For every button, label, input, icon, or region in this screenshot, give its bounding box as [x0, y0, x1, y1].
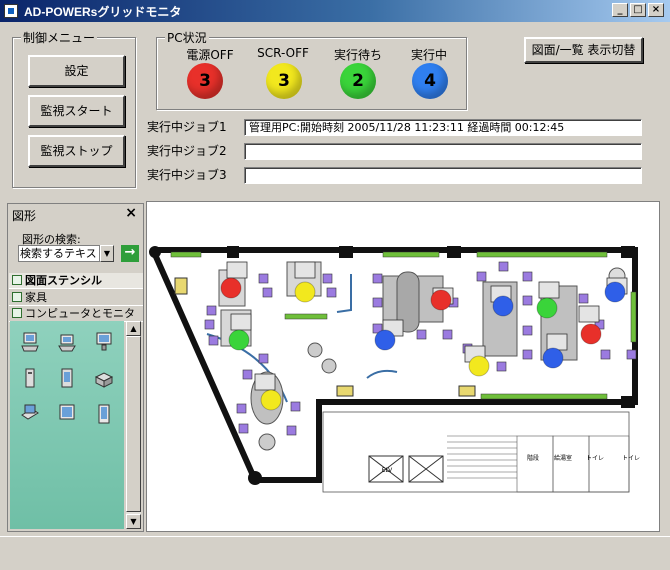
server-shape-icon[interactable]: [57, 367, 77, 389]
room-label-elv: ELV: [382, 467, 393, 474]
running-count-icon: 4: [412, 63, 448, 99]
stop-monitor-button[interactable]: 監視ストップ: [28, 135, 125, 167]
pc-status-marker[interactable]: [430, 289, 452, 311]
stencil-shape-area: [10, 321, 124, 529]
status-bar: [0, 536, 670, 570]
printer-icon: [458, 385, 476, 397]
partition: [336, 274, 352, 313]
stencil-drawing[interactable]: 図面ステンシル: [9, 273, 143, 289]
scroll-up-icon[interactable]: ▲: [126, 321, 141, 336]
scroll-down-icon[interactable]: ▼: [126, 514, 141, 529]
stencil-icon: [12, 275, 22, 285]
room-label-toilet2: トイレ: [622, 455, 640, 462]
scr-off-count-icon: 3: [266, 63, 302, 99]
job2-label: 実行中ジョブ2: [147, 144, 227, 158]
view-toggle-button[interactable]: 図面/一覧 表示切替: [524, 37, 643, 63]
job1-label: 実行中ジョブ1: [147, 120, 227, 134]
pc-status-marker[interactable]: [260, 389, 282, 411]
window-sill: [476, 251, 608, 258]
pc-status-marker[interactable]: [294, 281, 316, 303]
pc-status-marker[interactable]: [604, 281, 626, 303]
pc-status-marker[interactable]: [468, 355, 490, 377]
stencil-furniture[interactable]: 家具: [9, 290, 143, 306]
window-sill: [170, 251, 202, 258]
maximize-button[interactable]: □: [630, 3, 646, 17]
pc-status-marker[interactable]: [220, 277, 242, 299]
floor-column: [339, 246, 353, 258]
waiting-label: 実行待ち: [333, 48, 382, 62]
control-menu-label: 制御メニュー: [21, 29, 98, 46]
printer-shape-icon[interactable]: [94, 367, 114, 389]
printer-icon: [174, 277, 188, 295]
floor-column: [227, 246, 239, 258]
waiting-count-icon: 2: [340, 63, 376, 99]
pc-shape-icon[interactable]: [20, 331, 40, 353]
app-icon: [4, 4, 18, 18]
room-label-stairs: 階段: [527, 454, 539, 462]
shape-search-go-icon[interactable]: →: [121, 245, 139, 262]
floor-column: [149, 246, 161, 258]
power-off-count-icon: 3: [187, 63, 223, 99]
pc-status-marker[interactable]: [228, 329, 250, 351]
partition: [366, 369, 398, 379]
floor-column: [621, 246, 635, 258]
floor-column: [621, 396, 635, 408]
scroll-thumb[interactable]: [126, 336, 141, 512]
floor-column: [248, 471, 262, 485]
display-shape-icon[interactable]: [57, 403, 77, 425]
shape-search-dropdown-icon[interactable]: ▼: [100, 245, 114, 262]
floor-column: [447, 246, 461, 258]
settings-button[interactable]: 設定: [28, 55, 125, 87]
minimize-button[interactable]: _: [612, 3, 628, 17]
pc-status-label: PC状況: [165, 29, 209, 46]
job2-field: [244, 143, 642, 160]
job1-field: 管理用PC:開始時刻 2005/11/28 11:23:11 経過時間 00:1…: [244, 119, 642, 136]
title-bar: AD-POWERsグリッドモニタ _ □ ×: [0, 0, 670, 22]
job3-field: [244, 167, 642, 184]
stencil-furniture-label: 家具: [25, 291, 47, 304]
laptop-shape-icon[interactable]: [57, 333, 77, 355]
notebook-shape-icon[interactable]: [20, 403, 40, 425]
close-button[interactable]: ×: [648, 3, 664, 17]
pc-status-marker[interactable]: [492, 295, 514, 317]
floor-plan-view[interactable]: ELV 階段 給湯室 トイレ トイレ: [146, 201, 660, 532]
window-sill: [284, 313, 328, 320]
pc-status-marker[interactable]: [580, 323, 602, 345]
floor-plan-drawing: ELV 階段 給湯室 トイレ トイレ: [149, 246, 640, 493]
start-monitor-button[interactable]: 監視スタート: [28, 95, 125, 127]
running-label: 実行中: [410, 48, 447, 62]
room-label-toilet1: トイレ: [586, 455, 604, 462]
stencil-computers-label: コンピュータとモニタ: [25, 307, 135, 320]
scr-off-label: SCR-OFF: [257, 46, 309, 60]
window-sill: [630, 291, 637, 343]
shapes-panel: 図形 × 図形の検索: 検索するテキス ▼ → 図面ステンシル 家具 コンピュー…: [7, 203, 144, 532]
printer-icon: [336, 385, 354, 397]
stencil-icon: [12, 308, 22, 318]
job3-label: 実行中ジョブ3: [147, 168, 227, 182]
shapes-panel-title: 図形: [12, 209, 37, 223]
pc-status-marker[interactable]: [542, 347, 564, 369]
stencil-computers[interactable]: コンピュータとモニタ: [9, 306, 143, 322]
tower-shape-icon[interactable]: [20, 367, 40, 389]
stool: [307, 342, 323, 358]
stencil-icon: [12, 292, 22, 302]
stool: [321, 358, 337, 374]
window-sill: [480, 393, 608, 400]
stencil-scrollbar[interactable]: ▲ ▼: [126, 321, 141, 529]
stairs: [447, 435, 517, 479]
window-title: AD-POWERsグリッドモニタ: [24, 5, 182, 19]
pc-status-marker[interactable]: [536, 297, 558, 319]
stencil-drawing-label: 図面ステンシル: [25, 274, 102, 287]
power-off-label: 電源OFF: [186, 48, 234, 62]
monitor-shape-icon[interactable]: [94, 331, 114, 353]
shape-search-input[interactable]: 検索するテキス: [18, 245, 100, 262]
shapes-panel-close-icon[interactable]: ×: [125, 205, 137, 221]
window-sill: [382, 251, 440, 258]
round-table: [258, 433, 276, 451]
room-label-kitchen: 給湯室: [554, 454, 572, 462]
tablet-shape-icon[interactable]: [94, 403, 114, 425]
pc-status-marker[interactable]: [374, 329, 396, 351]
